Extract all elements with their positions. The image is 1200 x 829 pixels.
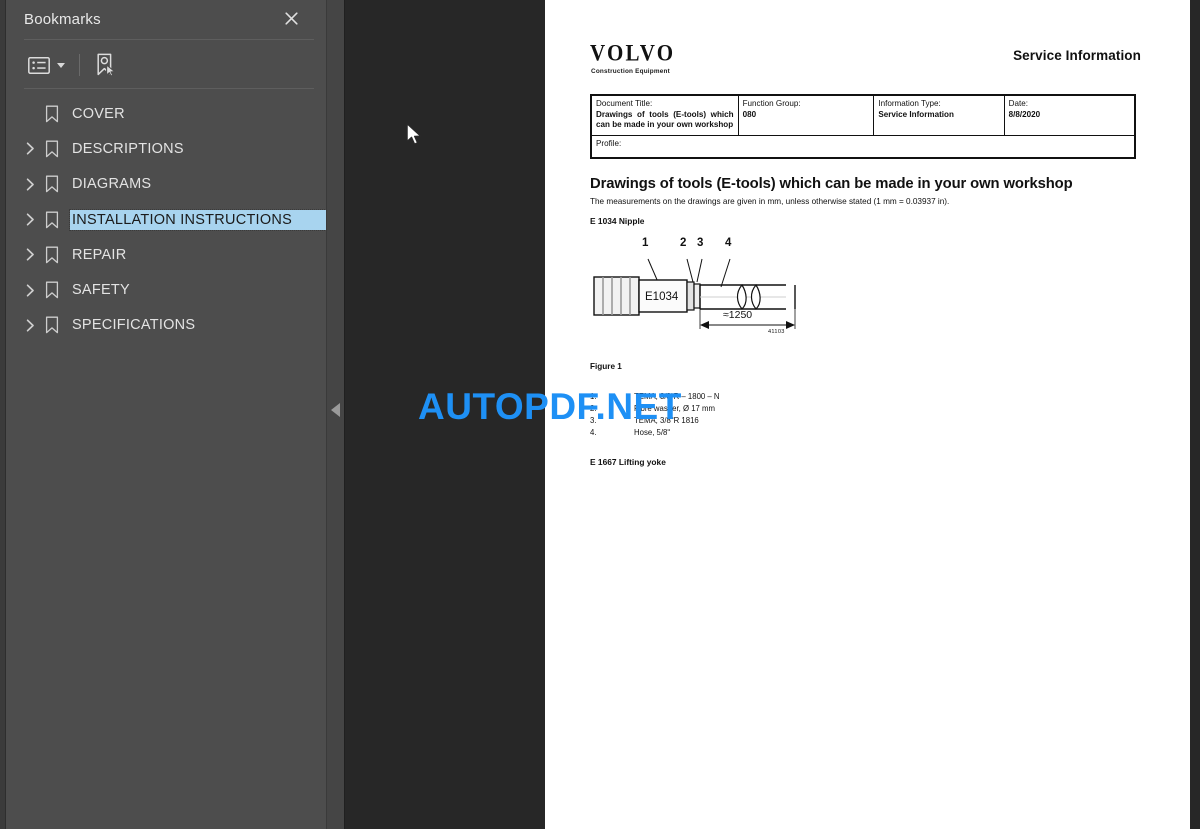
parts-list-item: 3. TEMA, 3/8ʺR 1816 (590, 415, 1141, 427)
bookmarks-panel-header: Bookmarks (6, 0, 326, 38)
page-content: VOLVO Construction Equipment Service Inf… (590, 39, 1141, 468)
cell-label: Date: (1008, 99, 1029, 108)
bookmark-icon (45, 105, 61, 123)
pdf-viewer-window: Bookmarks COVER DESCRIPTIONS DIAGRAMS IN… (0, 0, 1200, 829)
cell-document-title: Document Title: Drawings of tools (E-too… (591, 94, 739, 137)
parts-list-item: 1. TEMA, 3/8ʺR – 1800 – N (590, 391, 1141, 403)
measurement-note: The measurements on the drawings are giv… (590, 197, 950, 207)
table-row: Profile: (591, 135, 1135, 159)
new-bookmark-button[interactable] (93, 51, 119, 79)
collapse-panel-handle[interactable] (331, 403, 340, 417)
toolbar-separator (79, 54, 80, 76)
cell-date: Date: 8/8/2020 (1003, 94, 1136, 137)
close-panel-button[interactable] (278, 5, 304, 31)
bookmark-icon (45, 175, 61, 193)
bookmark-item-label: COVER (72, 105, 125, 122)
figure-reference-number: 41103 (768, 329, 785, 336)
bookmark-item-specifications[interactable]: SPECIFICATIONS (6, 308, 326, 343)
bookmark-list: COVER DESCRIPTIONS DIAGRAMS INSTALLATION… (6, 96, 362, 343)
section-heading-e1034: E 1034 Nipple (590, 216, 645, 227)
expand-arrow-icon[interactable] (23, 177, 37, 191)
bookmark-item-repair[interactable]: REPAIR (6, 237, 326, 272)
volvo-logo: VOLVO (590, 39, 676, 66)
cell-information-type: Information Type: Service Information (873, 94, 1005, 137)
cell-value: Drawings of tools (E-tools) which can be… (596, 109, 734, 130)
cell-function-group: Function Group: 080 (737, 94, 875, 137)
header-service-information: Service Information (1013, 48, 1141, 63)
document-viewer[interactable]: VOLVO Construction Equipment Service Inf… (345, 0, 1200, 829)
bookmark-item-descriptions[interactable]: DESCRIPTIONS (6, 131, 326, 166)
table-row: Document Title: Drawings of tools (E-too… (591, 94, 1136, 137)
part-description: Hose, 5/8ʺ (634, 427, 671, 437)
header-divider-top (24, 39, 314, 40)
close-icon (284, 11, 298, 25)
cell-label: Information Type: (878, 99, 941, 108)
bookmark-icon (45, 281, 61, 299)
new-bookmark-icon (97, 53, 116, 77)
parts-list-item: 4. Hose, 5/8ʺ (590, 427, 1141, 439)
parts-list-item: 2. Fibre washer, Ø 17 mm (590, 403, 1141, 415)
cell-label: Profile: (596, 139, 622, 149)
technical-drawing: E1034 1 2 3 4 ≈1250 41103 (590, 237, 850, 342)
callout-4: 4 (725, 237, 732, 250)
cell-label: Document Title: (596, 99, 653, 108)
svg-text:E1034: E1034 (645, 291, 679, 303)
bookmark-item-label: DIAGRAMS (72, 176, 152, 193)
bookmark-item-diagrams[interactable]: DIAGRAMS (6, 167, 326, 202)
volvo-tagline: Construction Equipment (591, 68, 670, 75)
figure-caption: Figure 1 (590, 362, 622, 372)
bookmark-options-button[interactable] (26, 55, 67, 76)
part-description: TEMA, 3/8ʺR – 1800 – N (634, 392, 720, 402)
cell-value: Service Information (878, 109, 954, 119)
panel-splitter[interactable] (326, 0, 345, 829)
bookmark-icon (45, 140, 61, 158)
bookmark-item-label: DESCRIPTIONS (72, 140, 184, 157)
bookmarks-panel-title: Bookmarks (24, 10, 101, 28)
bookmark-item-label: INSTALLATION INSTRUCTIONS (68, 208, 362, 231)
expand-arrow-icon[interactable] (23, 248, 37, 262)
part-number: 2. (590, 403, 597, 413)
cell-label: Function Group: (742, 99, 801, 108)
bookmark-item-label: SPECIFICATIONS (72, 317, 196, 334)
bookmark-icon (45, 316, 61, 334)
bookmark-item-installation-instructions[interactable]: INSTALLATION INSTRUCTIONS (6, 202, 362, 237)
pdf-page: VOLVO Construction Equipment Service Inf… (545, 0, 1190, 829)
bookmark-item-label: SAFETY (72, 282, 130, 299)
part-number: 3. (590, 415, 597, 425)
bookmarks-panel: Bookmarks COVER DESCRIPTIONS DIAGRAMS IN… (6, 0, 362, 829)
cell-profile: Profile: (591, 135, 1135, 159)
document-info-table: Document Title: Drawings of tools (E-too… (590, 94, 1136, 160)
expand-arrow-icon[interactable] (23, 283, 37, 297)
expand-arrow-icon[interactable] (23, 213, 37, 227)
chevron-down-icon (57, 62, 65, 68)
bookmark-icon (45, 246, 61, 264)
bookmark-item-label: REPAIR (72, 246, 127, 263)
page-header: VOLVO Construction Equipment Service Inf… (590, 39, 1141, 84)
cell-value: 080 (742, 109, 757, 119)
callout-3: 3 (697, 237, 704, 250)
page-title: Drawings of tools (E-tools) which can be… (590, 176, 1073, 193)
callout-2: 2 (680, 237, 687, 250)
bookmark-icon (45, 211, 61, 229)
part-number: 1. (590, 392, 597, 402)
bookmark-item-safety[interactable]: SAFETY (6, 272, 326, 307)
part-description: TEMA, 3/8ʺR 1816 (634, 415, 699, 425)
list-options-icon (28, 56, 50, 74)
parts-list: 1. TEMA, 3/8ʺR – 1800 – N 2. Fibre washe… (590, 391, 1141, 438)
cell-value: 8/8/2020 (1008, 109, 1041, 119)
bookmarks-toolbar (6, 44, 119, 86)
part-description: Fibre washer, Ø 17 mm (634, 403, 716, 413)
expand-arrow-icon[interactable] (23, 142, 37, 156)
expand-arrow-icon[interactable] (23, 318, 37, 332)
dimension-label: ≈1250 (723, 309, 753, 322)
header-divider-bottom (24, 88, 314, 89)
part-number: 4. (590, 427, 597, 437)
section-heading-e1667: E 1667 Lifting yoke (590, 457, 666, 468)
callout-1: 1 (642, 237, 649, 250)
bookmark-item-cover[interactable]: COVER (6, 96, 326, 131)
